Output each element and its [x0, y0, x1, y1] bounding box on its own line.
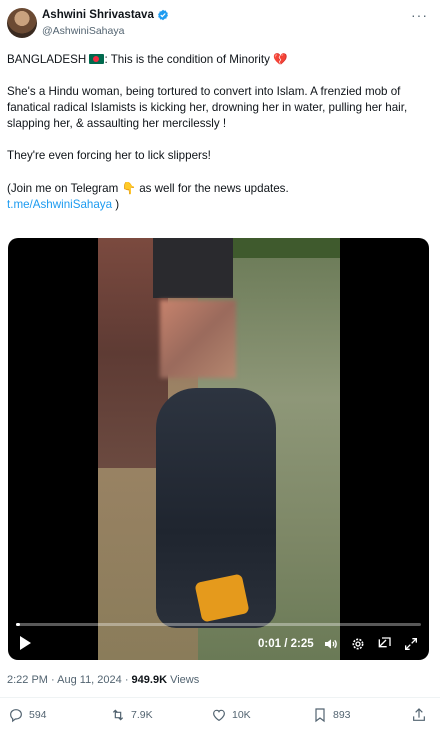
video-progress-bar[interactable] — [16, 623, 421, 626]
like-count: 10K — [232, 709, 251, 721]
settings-icon[interactable] — [350, 636, 366, 652]
fullscreen-icon[interactable] — [403, 636, 419, 652]
author-name-row[interactable]: Ashwini Shrivastava — [42, 9, 169, 21]
verified-badge-icon — [157, 9, 168, 21]
repost-count: 7.9K — [131, 709, 153, 721]
reply-icon — [10, 709, 22, 723]
bookmark-button[interactable]: 893 — [312, 707, 351, 723]
views-label: Views — [167, 674, 200, 686]
telegram-link[interactable]: t.me/AshwiniSahaya — [7, 198, 112, 211]
video-bystander-2 — [153, 238, 233, 298]
reply-button[interactable]: 594 — [8, 707, 47, 723]
bookmark-icon — [315, 708, 325, 723]
tweet-line-1: BANGLADESH : This is the condition of Mi… — [7, 51, 433, 68]
tweet-paragraph-3: They're even forcing her to lick slipper… — [7, 149, 211, 162]
video-treeline — [228, 238, 340, 258]
repost-button[interactable]: 7.9K — [110, 707, 153, 723]
bangladesh-flag-icon — [89, 54, 105, 64]
video-time: 0:01 / 2:25 — [258, 638, 314, 650]
tweet-timestamp[interactable]: 2:22 PM · Aug 11, 2024 · — [7, 674, 132, 686]
like-button[interactable]: 10K — [211, 707, 251, 723]
blurred-face — [160, 300, 236, 378]
author-display-name[interactable]: Ashwini Shrivastava — [42, 9, 154, 21]
more-icon[interactable]: ··· — [411, 8, 428, 22]
action-bar: 594 7.9K 10K 893 — [0, 707, 440, 729]
video-player[interactable]: 0:01 / 2:25 — [8, 238, 429, 660]
tweet-text: BANGLADESH : This is the condition of Mi… — [7, 51, 433, 229]
play-icon[interactable] — [20, 636, 31, 650]
video-frame — [98, 238, 340, 660]
tweet-meta: 2:22 PM · Aug 11, 2024 · 949.9K Views — [7, 674, 199, 686]
repost-icon — [112, 709, 124, 721]
tweet-paragraph-4-end: ) — [115, 198, 120, 211]
pointing-hand-icon: 👇 — [121, 181, 136, 195]
tweet-line-1-suffix: : This is the condition of Minority — [104, 53, 270, 66]
video-controls: 0:01 / 2:25 — [8, 620, 429, 660]
share-button[interactable] — [411, 707, 427, 723]
minimize-icon[interactable] — [376, 636, 392, 652]
reply-count: 594 — [29, 709, 47, 721]
volume-icon[interactable] — [323, 636, 339, 652]
share-icon — [413, 708, 425, 721]
tweet-line-1-prefix: BANGLADESH — [7, 53, 87, 66]
tweet-paragraph-4-prefix: (Join me on Telegram — [7, 182, 119, 195]
video-progress-fill — [16, 623, 21, 626]
divider — [0, 697, 440, 698]
tweet-paragraph-2: She's a Hindu woman, being tortured to c… — [7, 85, 408, 130]
author-handle[interactable]: @AshwiniSahaya — [42, 25, 124, 37]
tweet-paragraph-4-suffix: as well for the news updates. — [139, 182, 289, 195]
tweet-header: Ashwini Shrivastava @AshwiniSahaya ··· — [0, 0, 440, 44]
avatar[interactable] — [7, 8, 37, 38]
views-count: 949.9K — [131, 674, 168, 686]
tweet-paragraph-4: (Join me on Telegram 👇 as well for the n… — [7, 180, 433, 213]
bookmark-count: 893 — [333, 709, 351, 721]
broken-heart-icon: 💔 — [273, 52, 288, 66]
like-icon — [213, 709, 225, 722]
